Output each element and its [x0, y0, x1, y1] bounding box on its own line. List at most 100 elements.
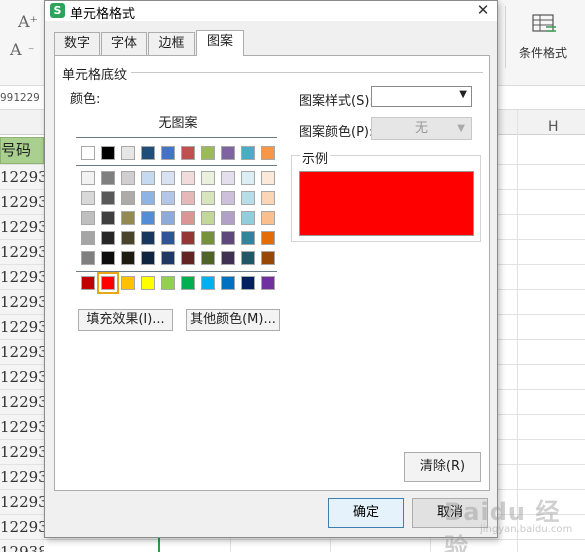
- color-swatch[interactable]: [101, 191, 115, 205]
- data-cell[interactable]: 12293: [0, 315, 44, 340]
- pattern-style-dropdown[interactable]: ▼: [371, 86, 472, 107]
- color-swatch[interactable]: [201, 231, 215, 245]
- data-cell[interactable]: 12293: [0, 290, 44, 315]
- color-swatch[interactable]: [221, 251, 235, 265]
- color-swatch[interactable]: [201, 251, 215, 265]
- fill-effects-button[interactable]: 填充效果(I)...: [78, 309, 173, 331]
- color-swatch[interactable]: [141, 231, 155, 245]
- color-swatch[interactable]: [161, 231, 175, 245]
- color-swatch[interactable]: [261, 191, 275, 205]
- more-colors-button[interactable]: 其他颜色(M)...: [186, 309, 280, 331]
- color-swatch[interactable]: [161, 211, 175, 225]
- color-swatch[interactable]: [141, 251, 155, 265]
- color-swatch[interactable]: [161, 146, 175, 160]
- color-swatch[interactable]: [181, 146, 195, 160]
- color-swatch[interactable]: [221, 171, 235, 185]
- clear-button[interactable]: 清除(R): [404, 452, 481, 482]
- color-swatch[interactable]: [101, 231, 115, 245]
- color-swatch[interactable]: [181, 171, 195, 185]
- color-swatch[interactable]: [161, 251, 175, 265]
- color-swatch[interactable]: [141, 171, 155, 185]
- color-swatch[interactable]: [261, 231, 275, 245]
- color-swatch[interactable]: [261, 251, 275, 265]
- color-swatch[interactable]: [101, 146, 115, 160]
- color-swatch[interactable]: [81, 276, 95, 290]
- color-swatch[interactable]: [221, 191, 235, 205]
- data-cell[interactable]: 12293: [0, 490, 44, 515]
- color-swatch[interactable]: [201, 146, 215, 160]
- color-swatch[interactable]: [101, 251, 115, 265]
- color-swatch[interactable]: [121, 276, 135, 290]
- color-swatch[interactable]: [101, 171, 115, 185]
- color-swatch[interactable]: [181, 251, 195, 265]
- data-cell[interactable]: 12293: [0, 465, 44, 490]
- color-swatch[interactable]: [241, 231, 255, 245]
- color-swatch[interactable]: [81, 171, 95, 185]
- color-swatch[interactable]: [241, 251, 255, 265]
- color-swatch[interactable]: [181, 191, 195, 205]
- tab-font[interactable]: 字体: [101, 32, 147, 55]
- data-cell[interactable]: 12293: [0, 215, 44, 240]
- ok-button[interactable]: 确定: [328, 498, 404, 528]
- column-header-h[interactable]: H: [548, 119, 559, 135]
- color-swatch[interactable]: [81, 211, 95, 225]
- color-swatch[interactable]: [121, 171, 135, 185]
- color-swatch[interactable]: [81, 231, 95, 245]
- data-cell[interactable]: 12293: [0, 415, 44, 440]
- color-swatch[interactable]: [241, 276, 255, 290]
- color-swatch[interactable]: [121, 231, 135, 245]
- color-swatch[interactable]: [81, 251, 95, 265]
- color-swatch[interactable]: [97, 272, 119, 294]
- color-swatch[interactable]: [201, 171, 215, 185]
- color-swatch[interactable]: [241, 146, 255, 160]
- data-cell[interactable]: 12293: [0, 390, 44, 415]
- color-swatch[interactable]: [261, 171, 275, 185]
- color-swatch[interactable]: [181, 276, 195, 290]
- color-swatch[interactable]: [141, 191, 155, 205]
- tab-number[interactable]: 数字: [54, 32, 100, 55]
- color-swatch[interactable]: [241, 191, 255, 205]
- color-swatch[interactable]: [181, 231, 195, 245]
- color-swatch[interactable]: [161, 171, 175, 185]
- color-swatch[interactable]: [121, 251, 135, 265]
- data-cell[interactable]: 12293: [0, 240, 44, 265]
- no-pattern-option[interactable]: 无图案: [75, 112, 281, 131]
- color-swatch[interactable]: [221, 231, 235, 245]
- color-swatch[interactable]: [221, 146, 235, 160]
- color-swatch[interactable]: [161, 191, 175, 205]
- font-color-icon[interactable]: A: [10, 40, 22, 59]
- color-swatch[interactable]: [141, 276, 155, 290]
- color-swatch[interactable]: [121, 191, 135, 205]
- color-swatch[interactable]: [261, 146, 275, 160]
- color-swatch[interactable]: [141, 146, 155, 160]
- data-cell[interactable]: 12293: [0, 190, 44, 215]
- color-swatch[interactable]: [241, 211, 255, 225]
- dialog-titlebar[interactable]: S 单元格格式 ✕: [45, 1, 497, 22]
- data-cell[interactable]: 12293: [0, 165, 44, 190]
- color-swatch[interactable]: [141, 211, 155, 225]
- color-swatch[interactable]: [121, 146, 135, 160]
- color-swatch[interactable]: [201, 276, 215, 290]
- color-swatch[interactable]: [201, 191, 215, 205]
- close-button[interactable]: ✕: [473, 1, 493, 21]
- color-swatch[interactable]: [101, 211, 115, 225]
- color-swatch[interactable]: [261, 211, 275, 225]
- cancel-button[interactable]: 取消: [412, 498, 488, 528]
- conditional-format-button[interactable]: 条件格式: [519, 44, 567, 61]
- data-cell[interactable]: 1293849: [0, 540, 44, 552]
- color-swatch[interactable]: [81, 191, 95, 205]
- data-cell[interactable]: 12293: [0, 265, 44, 290]
- color-swatch[interactable]: [241, 171, 255, 185]
- data-cell[interactable]: 12293: [0, 440, 44, 465]
- font-size-decrease-icon[interactable]: ⁻: [28, 44, 34, 58]
- font-size-increase-icon[interactable]: A⁺: [18, 12, 38, 31]
- color-swatch[interactable]: [181, 211, 195, 225]
- color-swatch[interactable]: [201, 211, 215, 225]
- data-cell[interactable]: 12293: [0, 365, 44, 390]
- data-cell[interactable]: 12293: [0, 515, 44, 540]
- color-swatch[interactable]: [161, 276, 175, 290]
- color-swatch[interactable]: [121, 211, 135, 225]
- conditional-format-icon[interactable]: [532, 14, 558, 36]
- tab-pattern[interactable]: 图案: [196, 30, 244, 56]
- pattern-color-dropdown[interactable]: 无 ▼: [371, 117, 472, 140]
